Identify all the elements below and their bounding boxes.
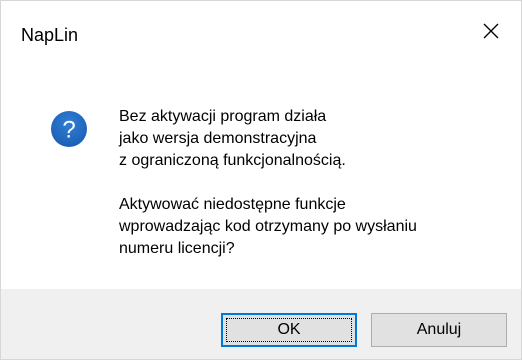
focus-indicator	[226, 318, 352, 342]
message-paragraph-1: Bez aktywacji program działa jako wersja…	[119, 106, 499, 172]
question-icon: ?	[51, 111, 87, 147]
message-paragraph-2: Aktywować niedostępne funkcje wprowadzaj…	[119, 194, 499, 260]
message-text: Bez aktywacji program działa jako wersja…	[119, 106, 499, 260]
message-line: numeru licencji?	[119, 240, 235, 257]
close-button[interactable]	[461, 1, 521, 61]
button-bar: OK Anuluj	[1, 289, 521, 359]
window-title: NapLin	[21, 25, 79, 45]
message-line: Aktywować niedostępne funkcje	[119, 196, 346, 213]
message-line: z ograniczoną funkcjonalnością.	[119, 152, 346, 169]
question-icon-glyph: ?	[62, 117, 75, 144]
dialog-content: ? Bez aktywacji program działa jako wers…	[1, 61, 521, 281]
message-line: jako wersja demonstracyjna	[119, 130, 317, 147]
cancel-button[interactable]: Anuluj	[371, 313, 507, 347]
ok-button[interactable]: OK	[221, 313, 357, 347]
message-line: Bez aktywacji program działa	[119, 108, 327, 125]
cancel-button-label: Anuluj	[416, 321, 462, 338]
message-line: wprowadzając kod otrzymany po wysłaniu	[119, 218, 417, 235]
message-dialog: NapLin ? Bez aktywacji program działa ja…	[0, 0, 522, 360]
close-icon	[483, 23, 499, 39]
title-bar: NapLin	[1, 1, 521, 61]
